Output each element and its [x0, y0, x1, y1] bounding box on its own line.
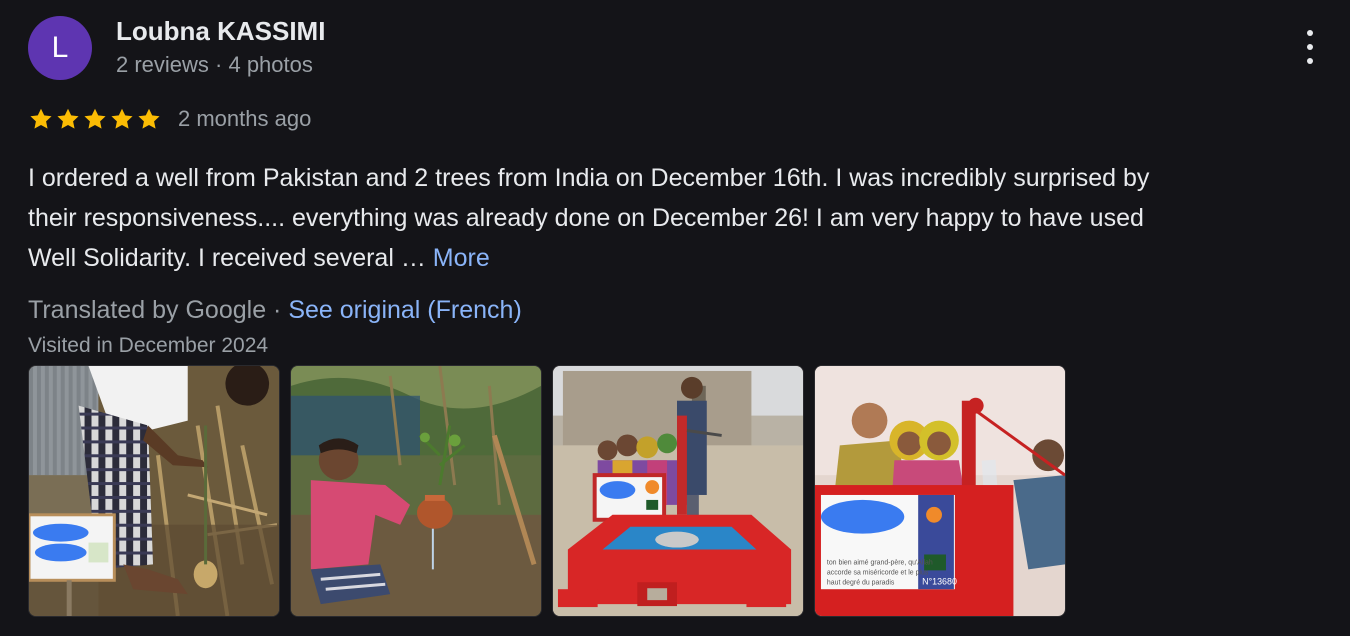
photo-well-children-2[interactable]: ton bien aimé grand-père, qu'Allah accor… — [814, 365, 1066, 617]
menu-dot — [1307, 58, 1313, 64]
photo-well-children-1[interactable] — [552, 365, 804, 617]
more-link[interactable]: More — [433, 244, 490, 272]
see-original-link[interactable]: See original (French) — [288, 296, 521, 324]
plaque-number: N°13680 — [922, 576, 957, 586]
menu-dot — [1307, 30, 1313, 36]
star-icon — [30, 108, 52, 129]
review-text: I ordered a well from Pakistan and 2 tre… — [28, 158, 1328, 278]
photo-strip: ton bien aimé grand-père, qu'Allah accor… — [28, 365, 1066, 617]
reviewer-name[interactable]: Loubna KASSIMI — [116, 16, 325, 47]
rating-row: 2 months ago — [28, 104, 311, 134]
review-line-3-text: Well Solidarity. I received several … — [28, 244, 433, 272]
review-date: 2 months ago — [178, 106, 312, 131]
svg-text:accorde sa miséricorde et le p: accorde sa miséricorde et le plus — [827, 569, 929, 576]
review-card: L Loubna KASSIMI 2 reviews · 4 photos 2 … — [0, 0, 1350, 636]
review-line-1: I ordered a well from Pakistan and 2 tre… — [28, 164, 1150, 192]
reviewer-meta: 2 reviews · 4 photos — [116, 52, 313, 77]
review-line-2: their responsiveness.... everything was … — [28, 204, 1144, 232]
svg-text:ton bien aimé grand-père, qu'A: ton bien aimé grand-père, qu'Allah — [827, 559, 933, 566]
star-rating — [28, 106, 162, 132]
avatar-initial: L — [51, 31, 69, 64]
translation-note: Translated by Google · See original (Fre… — [28, 296, 522, 325]
photo-tree-planting-1[interactable] — [28, 365, 280, 617]
visited-date: Visited in December 2024 — [28, 334, 269, 357]
translated-by-label: Translated by Google · — [28, 296, 289, 324]
avatar[interactable]: L — [28, 16, 92, 80]
star-icon — [57, 108, 79, 129]
review-line-3: Well Solidarity. I received several … Mo… — [28, 238, 1328, 278]
svg-text:haut degré du paradis: haut degré du paradis — [827, 579, 895, 586]
star-icon — [138, 108, 160, 129]
menu-dot — [1307, 44, 1313, 50]
star-icon — [84, 108, 106, 129]
photo-tree-planting-2[interactable] — [290, 365, 542, 617]
more-vert-icon[interactable] — [1296, 30, 1324, 64]
star-icon — [111, 108, 133, 129]
